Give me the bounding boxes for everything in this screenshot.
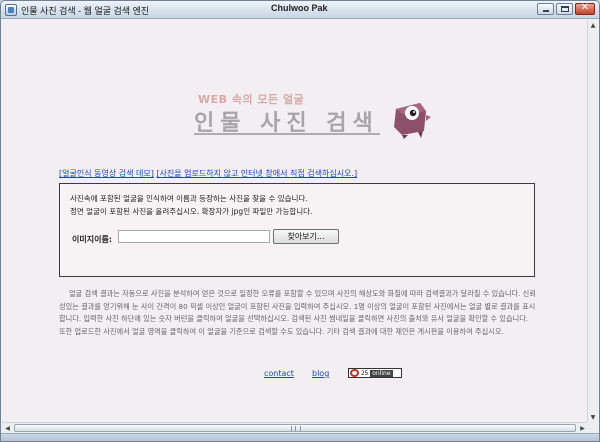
upload-panel: 사진속에 포함된 얼굴을 인식하여 이름과 등장하는 사진을 찾을 수 있습니다… (59, 183, 535, 277)
vertical-scrollbar[interactable]: ▲ ▼ (587, 20, 598, 423)
counter-number: 25 (361, 369, 369, 377)
search-description: 얼굴 검색 결과는 자동으로 사진을 분석하여 얻은 것으로 일정한 오류를 포… (59, 289, 536, 336)
horizontal-scrollbar[interactable]: ◀ ▶ (2, 422, 588, 433)
file-path-input[interactable] (118, 230, 270, 243)
close-icon: ✕ (580, 2, 590, 13)
upload-instructions: 사진속에 포함된 얼굴을 인식하여 이름과 등장하는 사진을 찾을 수 있습니다… (70, 192, 312, 218)
window-user-name: Chulwoo Pak (271, 3, 328, 13)
counter-logo-icon (350, 369, 359, 377)
horizontal-scroll-thumb[interactable] (14, 424, 576, 432)
instruction-line-2: 정면 얼굴이 포함된 사진을 올려주십시오. 확장자가 jpg인 파일만 가능합… (70, 207, 313, 216)
close-button[interactable]: ✕ (575, 2, 595, 15)
window-controls: ✕ (537, 2, 595, 15)
title-bar[interactable]: 인물 사진 검색 - 웹 얼굴 검색 엔진 Chulwoo Pak ✕ (1, 1, 599, 19)
mascot-face-icon (394, 103, 431, 139)
contact-link[interactable]: contact (264, 369, 294, 378)
scrollbar-corner (587, 422, 598, 433)
video-demo-link[interactable]: [얼굴인식 동영상 검색 데모] (59, 169, 154, 178)
page-content: WEB 속의 모든 얼굴 인물 사진 검색 [얼굴인식 동영상 검색 데모] [… (2, 20, 588, 423)
counter-label: online (370, 369, 393, 377)
instruction-line-1: 사진속에 포함된 얼굴을 인식하여 이름과 등장하는 사진을 찾을 수 있습니다… (70, 194, 308, 203)
visitor-counter-badge[interactable]: 25 online (348, 368, 402, 378)
window-title: 인물 사진 검색 - 웹 얼굴 검색 엔진 (21, 6, 150, 16)
app-icon (5, 4, 17, 16)
scroll-up-icon[interactable]: ▲ (588, 20, 598, 31)
logo-underline (194, 133, 380, 135)
file-name-label: 이미지이름: (72, 235, 112, 244)
maximize-icon (561, 6, 569, 12)
maximize-button[interactable] (556, 3, 573, 15)
search-links: [얼굴인식 동영상 검색 데모] [사진을 업로드하지 않고 인터넷 창에서 직… (59, 168, 357, 179)
direct-search-link[interactable]: [사진을 업로드하지 않고 인터넷 창에서 직접 검색하십시오.] (156, 169, 357, 178)
browser-window: 인물 사진 검색 - 웹 얼굴 검색 엔진 Chulwoo Pak ✕ WEB … (0, 0, 600, 442)
minimize-button[interactable] (537, 3, 554, 15)
minimize-icon (543, 10, 549, 12)
blog-link[interactable]: blog (312, 369, 329, 378)
site-logo[interactable]: WEB 속의 모든 얼굴 인물 사진 검색 (192, 83, 432, 153)
browse-button[interactable]: 찾아보기... (273, 229, 339, 244)
scroll-grip-icon (291, 426, 301, 431)
window-bottom-frame (1, 433, 599, 441)
